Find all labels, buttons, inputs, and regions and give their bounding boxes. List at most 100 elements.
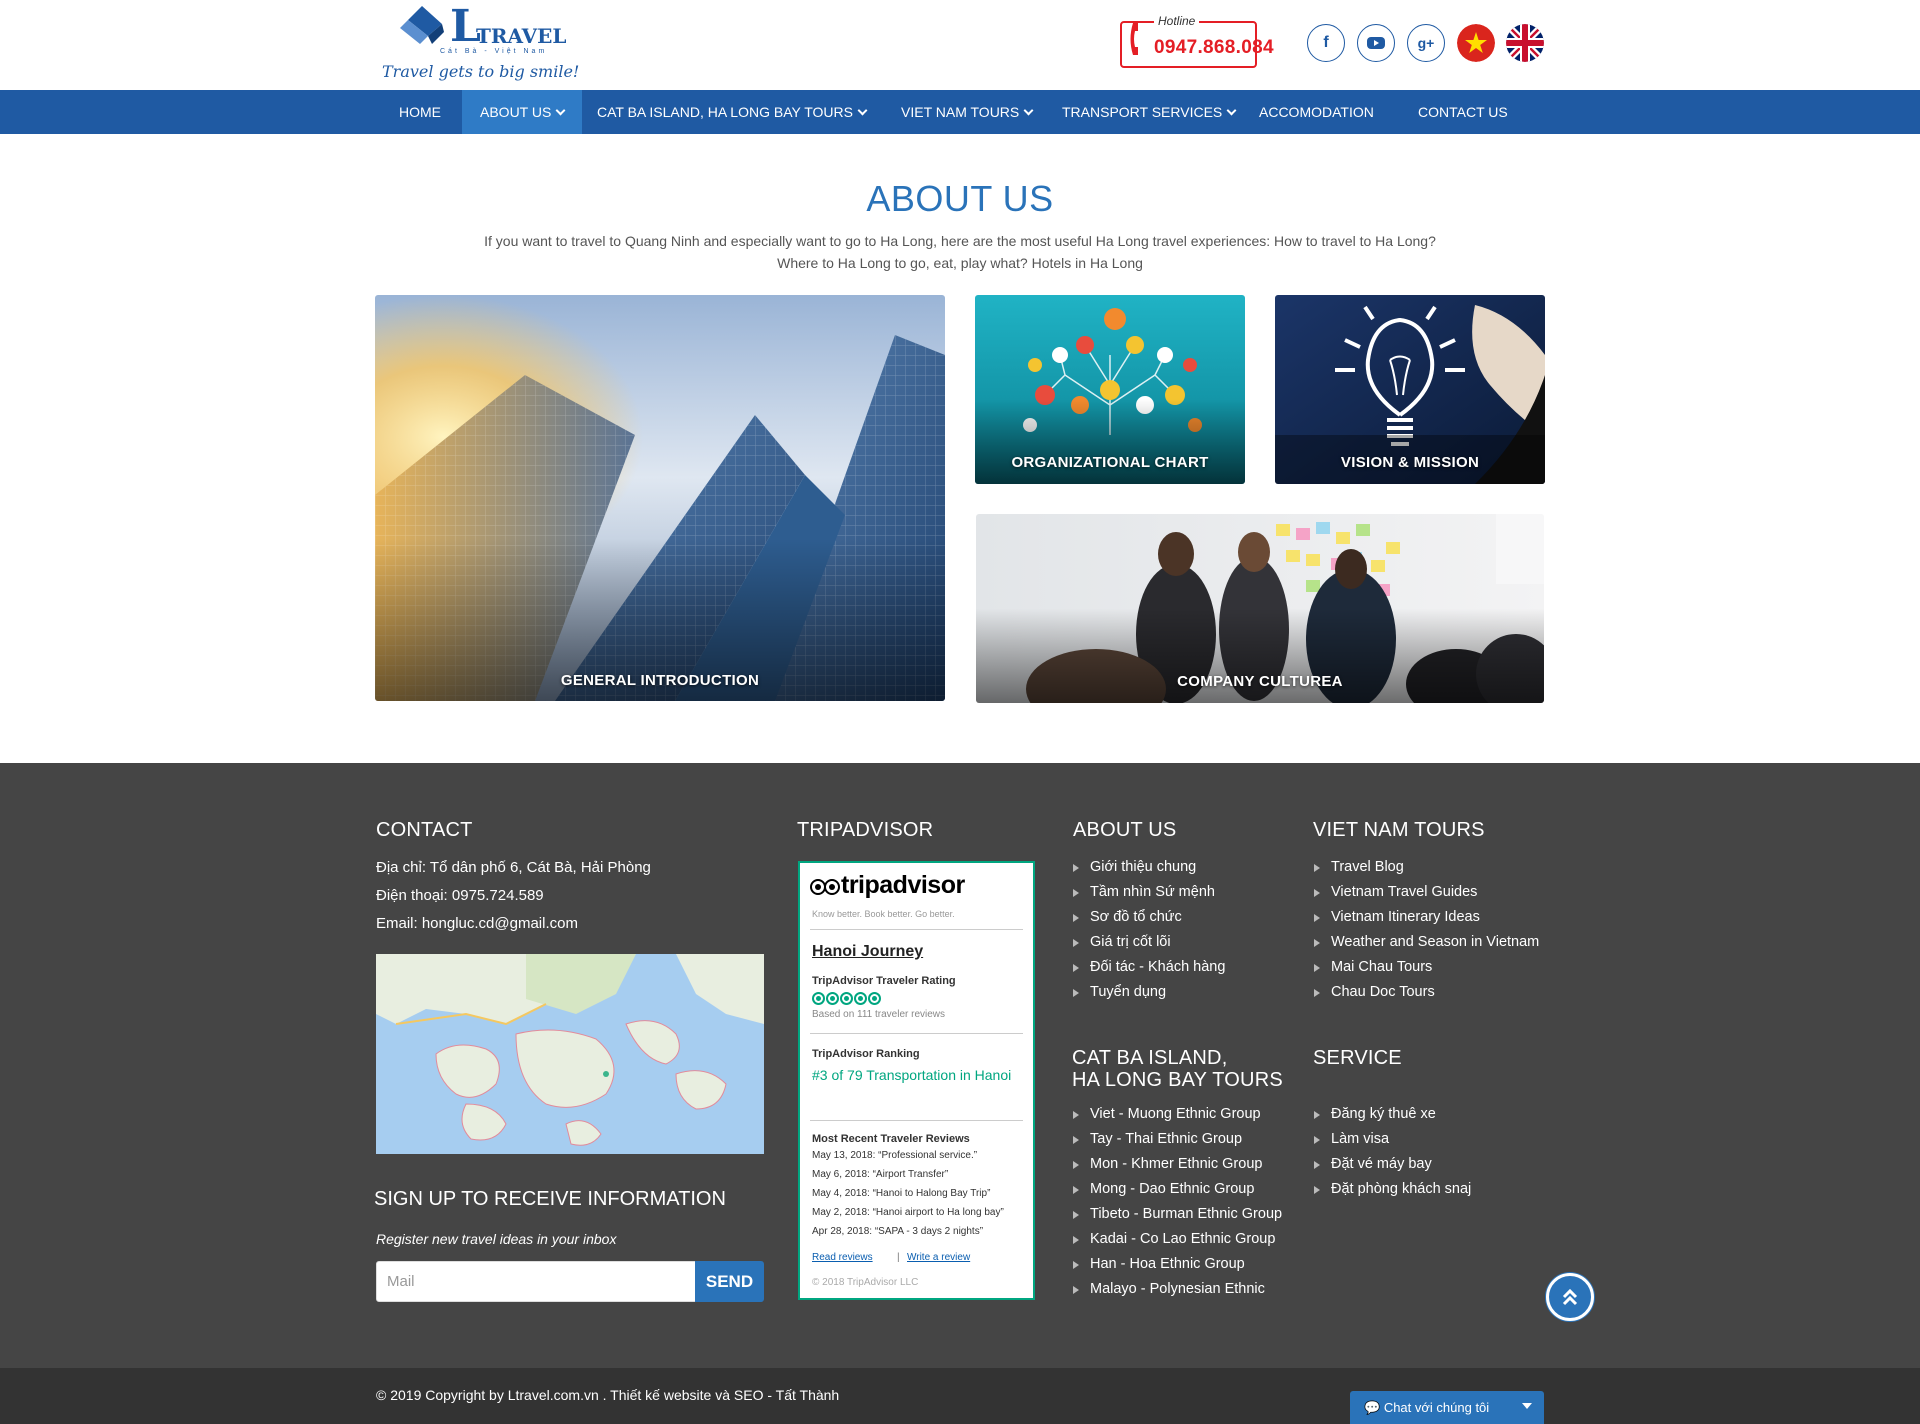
- tripadvisor-logo-text: tripadvisor: [841, 871, 965, 899]
- tripadvisor-copyright: © 2018 TripAdvisor LLC: [812, 1277, 919, 1288]
- list-item[interactable]: Viet - Muong Ethnic Group: [1073, 1102, 1282, 1127]
- tripadvisor-logo[interactable]: tripadvisor: [810, 871, 965, 900]
- owl-icon: [810, 878, 840, 895]
- list-item[interactable]: Malayo - Polynesian Ethnic: [1073, 1277, 1282, 1302]
- scroll-to-top-button[interactable]: [1546, 1273, 1594, 1321]
- write-review-link[interactable]: Write a review: [907, 1252, 970, 1263]
- list-item[interactable]: Làm visa: [1314, 1127, 1471, 1152]
- list-item[interactable]: Đăng ký thuê xe: [1314, 1102, 1471, 1127]
- logo-subtitle: Cát Bà - Việt Nam: [440, 48, 548, 55]
- read-reviews-link[interactable]: Read reviews: [812, 1252, 873, 1263]
- list-item[interactable]: Travel Blog: [1314, 855, 1539, 880]
- divider: [810, 1120, 1023, 1121]
- email-input[interactable]: [376, 1261, 696, 1302]
- caret-right-icon: [1314, 989, 1320, 997]
- list-item-label: Giá trị cốt lõi: [1090, 934, 1171, 950]
- list-item[interactable]: Đặt vé máy bay: [1314, 1152, 1471, 1177]
- nav-contact-us[interactable]: CONTACT US: [1400, 90, 1526, 134]
- about-description: If you want to travel to Quang Ninh and …: [484, 233, 1436, 271]
- tile-vision-mission[interactable]: VISION & MISSION: [1275, 295, 1545, 484]
- youtube-icon[interactable]: [1357, 24, 1395, 62]
- list-item[interactable]: Mon - Khmer Ethnic Group: [1073, 1152, 1282, 1177]
- chat-label: 💬 Chat với chúng tôi: [1364, 1400, 1489, 1416]
- caret-right-icon: [1073, 1286, 1079, 1294]
- rating-label: TripAdvisor Traveler Rating: [812, 975, 956, 987]
- location-map[interactable]: [376, 954, 764, 1154]
- list-item[interactable]: Đối tác - Khách hàng: [1073, 955, 1225, 980]
- list-item[interactable]: Đặt phòng khách snaj: [1314, 1177, 1471, 1202]
- caret-right-icon: [1073, 1211, 1079, 1219]
- list-item[interactable]: Han - Hoa Ethnic Group: [1073, 1252, 1282, 1277]
- caret-right-icon: [1314, 939, 1320, 947]
- list-item[interactable]: Mai Chau Tours: [1314, 955, 1539, 980]
- list-item[interactable]: Kadai - Co Lao Ethnic Group: [1073, 1227, 1282, 1252]
- caret-right-icon: [1314, 1111, 1320, 1119]
- ranking-value[interactable]: #3 of 79 Transportation in Hanoi: [812, 1066, 1012, 1084]
- nav-viet-nam-tours[interactable]: VIET NAM TOURS: [883, 90, 1050, 134]
- hotline-number[interactable]: 0947.868.084: [1154, 37, 1274, 59]
- hotline-box[interactable]: Hotline 0947.868.084: [1120, 14, 1274, 68]
- rating-bubble-icon: [826, 992, 839, 1005]
- signup-subtitle: Register new travel ideas in your inbox: [376, 1231, 617, 1247]
- review-item: May 4, 2018: “Hanoi to Halong Bay Trip”: [812, 1188, 991, 1199]
- list-item[interactable]: Giới thiệu chung: [1073, 855, 1225, 880]
- list-item-label: Sơ đồ tổ chức: [1090, 909, 1182, 925]
- contact-email[interactable]: Email: hongluc.cd@gmail.com: [376, 915, 578, 932]
- business-name[interactable]: Hanoi Journey: [812, 943, 923, 961]
- rating-bubble-icon: [812, 992, 825, 1005]
- caret-right-icon: [1073, 1136, 1079, 1144]
- main-nav: HOME ABOUT US CAT BA ISLAND, HA LONG BAY…: [0, 90, 1920, 134]
- facebook-icon[interactable]: f: [1307, 24, 1345, 62]
- logo-word: TRAVEL: [476, 24, 567, 48]
- nav-about-us[interactable]: ABOUT US: [462, 90, 583, 134]
- chat-widget-button[interactable]: 💬 Chat với chúng tôi: [1350, 1391, 1544, 1424]
- list-item[interactable]: Vietnam Itinerary Ideas: [1314, 905, 1539, 930]
- rating-note: Based on 111 traveler reviews: [812, 1009, 946, 1020]
- list-item[interactable]: Tầm nhìn Sứ mệnh: [1073, 880, 1225, 905]
- rating-bubble-icon: [854, 992, 867, 1005]
- google-plus-icon[interactable]: g+: [1407, 24, 1445, 62]
- caret-right-icon: [1073, 1161, 1079, 1169]
- tripadvisor-tagline: Know better. Book better. Go better.: [812, 909, 955, 919]
- nav-transport-services[interactable]: TRANSPORT SERVICES: [1044, 90, 1253, 134]
- list-item-label: Kadai - Co Lao Ethnic Group: [1090, 1231, 1276, 1247]
- viet-nam-tours-heading: VIET NAM TOURS: [1313, 819, 1485, 841]
- nav-contact-us-label: CONTACT US: [1418, 104, 1508, 120]
- tile-general-introduction[interactable]: GENERAL INTRODUCTION: [375, 295, 945, 701]
- list-item-label: Travel Blog: [1331, 859, 1404, 875]
- list-item[interactable]: Mong - Dao Ethnic Group: [1073, 1177, 1282, 1202]
- list-item[interactable]: Vietnam Travel Guides: [1314, 880, 1539, 905]
- tripadvisor-widget[interactable]: tripadvisor Know better. Book better. Go…: [798, 861, 1035, 1300]
- list-item-label: Tibeto - Burman Ethnic Group: [1090, 1206, 1283, 1222]
- list-item[interactable]: Giá trị cốt lõi: [1073, 930, 1225, 955]
- tile-organizational-chart[interactable]: ORGANIZATIONAL CHART: [975, 295, 1245, 484]
- review-item: Apr 28, 2018: “SAPA - 3 days 2 nights”: [812, 1226, 984, 1237]
- nav-cat-ba-tours[interactable]: CAT BA ISLAND, HA LONG BAY TOURS: [579, 90, 884, 134]
- list-item[interactable]: Tay - Thai Ethnic Group: [1073, 1127, 1282, 1152]
- caret-right-icon: [1314, 914, 1320, 922]
- tile-label: COMPANY CULTUREA: [1177, 673, 1343, 690]
- tile-company-culture[interactable]: COMPANY CULTUREA: [976, 514, 1544, 703]
- chat-bubble-icon: 💬: [1364, 1400, 1381, 1415]
- vietnam-flag-icon[interactable]: [1457, 24, 1495, 62]
- caret-right-icon: [1073, 939, 1079, 947]
- list-item[interactable]: Chau Doc Tours: [1314, 980, 1539, 1005]
- list-item[interactable]: Tibeto - Burman Ethnic Group: [1073, 1202, 1282, 1227]
- send-button[interactable]: SEND: [695, 1261, 764, 1302]
- list-item-label: Tay - Thai Ethnic Group: [1090, 1131, 1243, 1147]
- caret-right-icon: [1073, 964, 1079, 972]
- list-item-label: Chau Doc Tours: [1331, 984, 1435, 1000]
- logo-slogan: Travel gets to big smile!: [382, 62, 580, 81]
- nav-home[interactable]: HOME: [381, 90, 459, 134]
- uk-flag-icon[interactable]: [1506, 24, 1544, 62]
- list-item[interactable]: Tuyển dụng: [1073, 980, 1225, 1005]
- list-item[interactable]: Sơ đồ tổ chức: [1073, 905, 1225, 930]
- cat-ba-list: Viet - Muong Ethnic Group Tay - Thai Eth…: [1073, 1102, 1282, 1302]
- caret-right-icon: [1314, 1186, 1320, 1194]
- site-logo[interactable]: L TRAVEL Cát Bà - Việt Nam Travel gets t…: [380, 4, 580, 84]
- ranking-label: TripAdvisor Ranking: [812, 1048, 920, 1060]
- cat-ba-heading-line2: HA LONG BAY TOURS: [1072, 1069, 1283, 1091]
- service-list: Đăng ký thuê xe Làm visa Đặt vé máy bay …: [1314, 1102, 1471, 1202]
- list-item[interactable]: Weather and Season in Vietnam: [1314, 930, 1539, 955]
- nav-accomodation[interactable]: ACCOMODATION: [1241, 90, 1392, 134]
